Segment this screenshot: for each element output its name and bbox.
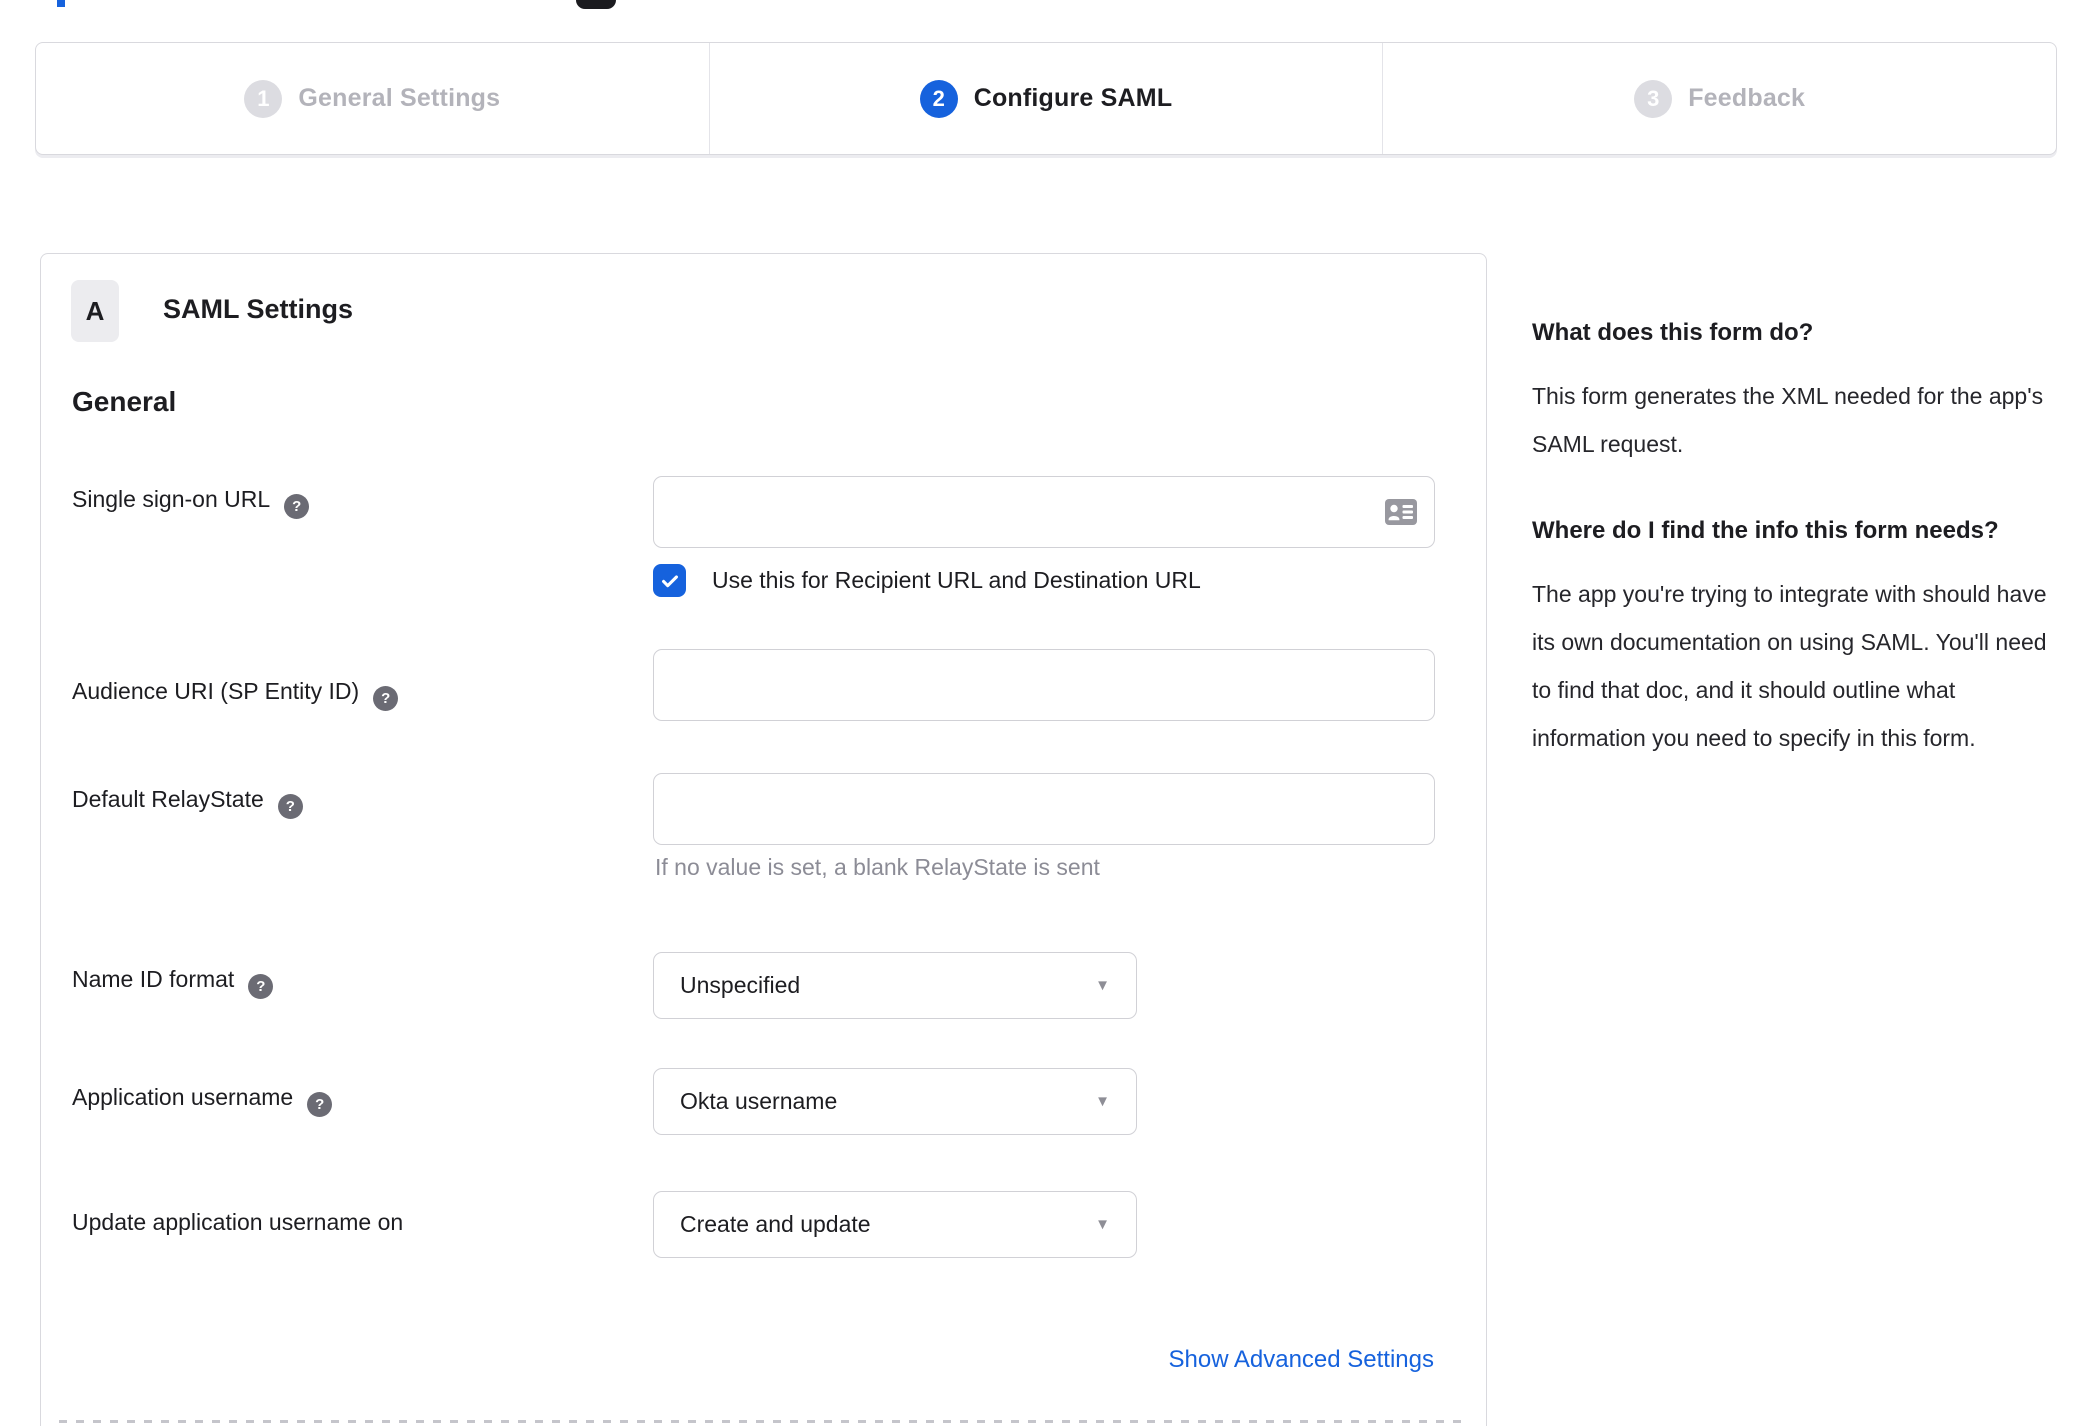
cutoff-header-accent <box>57 0 65 7</box>
help-heading-where: Where do I find the info this form needs… <box>1532 517 1999 544</box>
step-general-settings[interactable]: 1 General Settings <box>36 43 709 154</box>
saml-settings-panel: A SAML Settings General Single sign-on U… <box>40 253 1487 1426</box>
help-icon[interactable]: ? <box>248 974 274 999</box>
general-section-heading: General <box>72 386 177 417</box>
contact-card-icon[interactable] <box>1385 499 1417 525</box>
step-3-number-badge: 3 <box>1634 79 1673 118</box>
help-icon[interactable]: ? <box>373 686 399 711</box>
relay-state-input[interactable] <box>653 773 1435 845</box>
step-configure-saml[interactable]: 2 Configure SAML <box>708 43 1383 154</box>
app-username-label: Application username? <box>72 1084 333 1117</box>
help-body-where: The app you're trying to integrate with … <box>1532 581 2047 751</box>
chevron-down-icon: ▼ <box>1095 1093 1110 1110</box>
step-2-label: Configure SAML <box>973 84 1173 112</box>
wizard-stepper: 1 General Settings 2 Configure SAML 3 Fe… <box>35 42 2057 155</box>
recipient-url-checkbox-row: Use this for Recipient URL and Destinati… <box>653 564 1201 597</box>
relay-state-label: Default RelayState? <box>72 786 303 819</box>
cutoff-header-control <box>576 0 616 9</box>
sso-url-input-wrap <box>653 476 1435 548</box>
show-advanced-settings-link[interactable]: Show Advanced Settings <box>1168 1346 1434 1374</box>
audience-uri-label: Audience URI (SP Entity ID)? <box>72 678 399 711</box>
audience-uri-input[interactable] <box>653 649 1435 721</box>
help-section-where: Where do I find the info this form needs… <box>1532 512 2064 762</box>
name-id-format-value: Unspecified <box>680 972 801 998</box>
step-3-label: Feedback <box>1688 84 1806 112</box>
help-body-what: This form generates the XML needed for t… <box>1532 383 2044 457</box>
update-app-username-value: Create and update <box>680 1211 871 1237</box>
name-id-format-select[interactable]: Unspecified ▼ <box>653 952 1137 1019</box>
update-app-username-label: Update application username on <box>72 1209 404 1235</box>
dashed-section-divider <box>59 1420 1468 1423</box>
step-1-label: General Settings <box>298 84 501 112</box>
chevron-down-icon: ▼ <box>1095 1216 1110 1233</box>
sso-url-input[interactable] <box>653 476 1435 548</box>
saml-setup-page: 1 General Settings 2 Configure SAML 3 Fe… <box>0 0 2092 1426</box>
check-icon <box>661 574 678 587</box>
recipient-url-checkbox[interactable] <box>653 564 686 597</box>
sso-url-label: Single sign-on URL? <box>72 486 310 519</box>
relay-state-hint: If no value is set, a blank RelayState i… <box>655 854 1100 880</box>
recipient-url-checkbox-label: Use this for Recipient URL and Destinati… <box>712 567 1201 593</box>
step-1-number-badge: 1 <box>244 79 283 118</box>
step-feedback[interactable]: 3 Feedback <box>1382 43 2056 154</box>
chevron-down-icon: ▼ <box>1095 977 1110 994</box>
help-icon[interactable]: ? <box>307 1092 333 1117</box>
panel-title: SAML Settings <box>163 294 354 324</box>
help-sidebar: What does this form do? This form genera… <box>1532 314 2064 762</box>
help-section-what: What does this form do? This form genera… <box>1532 314 2064 468</box>
app-username-select[interactable]: Okta username ▼ <box>653 1068 1137 1135</box>
help-icon[interactable]: ? <box>284 494 310 519</box>
name-id-format-label: Name ID format? <box>72 966 274 999</box>
help-icon[interactable]: ? <box>277 794 303 819</box>
step-2-number-badge: 2 <box>919 79 958 118</box>
section-a-badge: A <box>71 280 119 342</box>
app-username-value: Okta username <box>680 1088 838 1114</box>
update-app-username-select[interactable]: Create and update ▼ <box>653 1191 1137 1258</box>
help-heading-what: What does this form do? <box>1532 319 1814 346</box>
